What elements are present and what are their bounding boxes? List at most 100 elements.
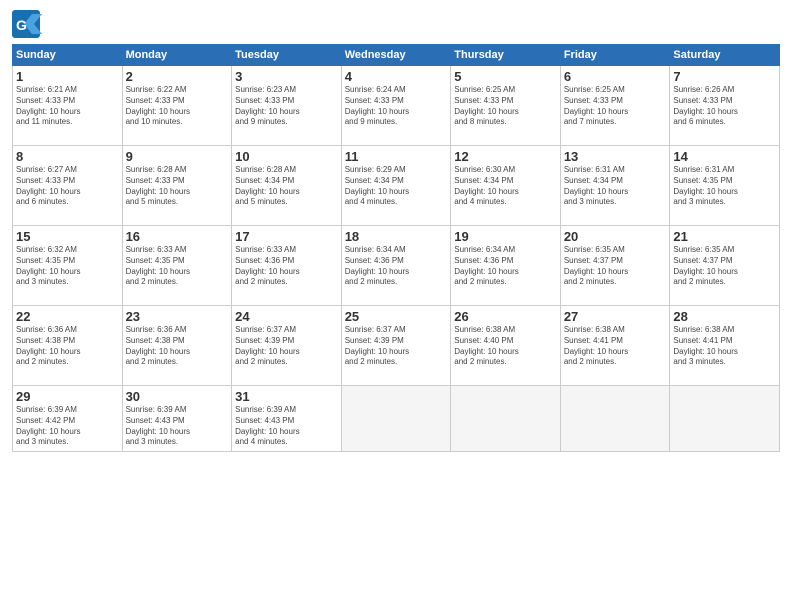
calendar-cell: 23Sunrise: 6:36 AM Sunset: 4:38 PM Dayli… (122, 306, 232, 386)
calendar-cell: 8Sunrise: 6:27 AM Sunset: 4:33 PM Daylig… (13, 146, 123, 226)
calendar-cell: 15Sunrise: 6:32 AM Sunset: 4:35 PM Dayli… (13, 226, 123, 306)
day-number: 4 (345, 69, 448, 84)
day-number: 18 (345, 229, 448, 244)
logo-icon: G (12, 10, 42, 38)
week-row-0: 1Sunrise: 6:21 AM Sunset: 4:33 PM Daylig… (13, 66, 780, 146)
day-info: Sunrise: 6:33 AM Sunset: 4:35 PM Dayligh… (126, 245, 229, 288)
day-number: 30 (126, 389, 229, 404)
calendar-cell: 11Sunrise: 6:29 AM Sunset: 4:34 PM Dayli… (341, 146, 451, 226)
page-container: G SundayMondayTuesdayWednesdayThursdayFr… (0, 0, 792, 462)
day-info: Sunrise: 6:26 AM Sunset: 4:33 PM Dayligh… (673, 85, 776, 128)
logo: G (12, 10, 44, 38)
day-info: Sunrise: 6:27 AM Sunset: 4:33 PM Dayligh… (16, 165, 119, 208)
calendar-cell (451, 386, 561, 452)
day-info: Sunrise: 6:36 AM Sunset: 4:38 PM Dayligh… (16, 325, 119, 368)
day-number: 8 (16, 149, 119, 164)
day-number: 10 (235, 149, 338, 164)
calendar-body: 1Sunrise: 6:21 AM Sunset: 4:33 PM Daylig… (13, 66, 780, 452)
day-number: 26 (454, 309, 557, 324)
day-number: 15 (16, 229, 119, 244)
calendar-cell: 5Sunrise: 6:25 AM Sunset: 4:33 PM Daylig… (451, 66, 561, 146)
day-number: 19 (454, 229, 557, 244)
calendar-table: SundayMondayTuesdayWednesdayThursdayFrid… (12, 44, 780, 452)
calendar-header-row: SundayMondayTuesdayWednesdayThursdayFrid… (13, 45, 780, 66)
day-info: Sunrise: 6:28 AM Sunset: 4:34 PM Dayligh… (235, 165, 338, 208)
day-info: Sunrise: 6:28 AM Sunset: 4:33 PM Dayligh… (126, 165, 229, 208)
calendar-cell: 21Sunrise: 6:35 AM Sunset: 4:37 PM Dayli… (670, 226, 780, 306)
day-number: 27 (564, 309, 667, 324)
header-sunday: Sunday (13, 45, 123, 66)
day-number: 1 (16, 69, 119, 84)
calendar-cell: 25Sunrise: 6:37 AM Sunset: 4:39 PM Dayli… (341, 306, 451, 386)
calendar-cell: 17Sunrise: 6:33 AM Sunset: 4:36 PM Dayli… (232, 226, 342, 306)
day-info: Sunrise: 6:34 AM Sunset: 4:36 PM Dayligh… (345, 245, 448, 288)
week-row-4: 29Sunrise: 6:39 AM Sunset: 4:42 PM Dayli… (13, 386, 780, 452)
day-number: 25 (345, 309, 448, 324)
day-number: 16 (126, 229, 229, 244)
day-number: 14 (673, 149, 776, 164)
day-info: Sunrise: 6:39 AM Sunset: 4:43 PM Dayligh… (235, 405, 338, 448)
calendar-cell: 19Sunrise: 6:34 AM Sunset: 4:36 PM Dayli… (451, 226, 561, 306)
day-info: Sunrise: 6:22 AM Sunset: 4:33 PM Dayligh… (126, 85, 229, 128)
calendar-cell: 4Sunrise: 6:24 AM Sunset: 4:33 PM Daylig… (341, 66, 451, 146)
svg-text:G: G (16, 17, 27, 33)
week-row-2: 15Sunrise: 6:32 AM Sunset: 4:35 PM Dayli… (13, 226, 780, 306)
day-info: Sunrise: 6:39 AM Sunset: 4:42 PM Dayligh… (16, 405, 119, 448)
day-number: 11 (345, 149, 448, 164)
day-info: Sunrise: 6:24 AM Sunset: 4:33 PM Dayligh… (345, 85, 448, 128)
header-tuesday: Tuesday (232, 45, 342, 66)
day-info: Sunrise: 6:38 AM Sunset: 4:41 PM Dayligh… (673, 325, 776, 368)
day-number: 20 (564, 229, 667, 244)
day-info: Sunrise: 6:37 AM Sunset: 4:39 PM Dayligh… (235, 325, 338, 368)
calendar-cell (560, 386, 670, 452)
day-info: Sunrise: 6:38 AM Sunset: 4:40 PM Dayligh… (454, 325, 557, 368)
day-number: 6 (564, 69, 667, 84)
calendar-cell: 20Sunrise: 6:35 AM Sunset: 4:37 PM Dayli… (560, 226, 670, 306)
calendar-cell: 30Sunrise: 6:39 AM Sunset: 4:43 PM Dayli… (122, 386, 232, 452)
day-number: 29 (16, 389, 119, 404)
calendar-cell: 1Sunrise: 6:21 AM Sunset: 4:33 PM Daylig… (13, 66, 123, 146)
day-number: 13 (564, 149, 667, 164)
calendar-cell: 9Sunrise: 6:28 AM Sunset: 4:33 PM Daylig… (122, 146, 232, 226)
day-number: 2 (126, 69, 229, 84)
day-info: Sunrise: 6:32 AM Sunset: 4:35 PM Dayligh… (16, 245, 119, 288)
header-friday: Friday (560, 45, 670, 66)
calendar-cell: 24Sunrise: 6:37 AM Sunset: 4:39 PM Dayli… (232, 306, 342, 386)
day-number: 28 (673, 309, 776, 324)
header-monday: Monday (122, 45, 232, 66)
calendar-cell: 29Sunrise: 6:39 AM Sunset: 4:42 PM Dayli… (13, 386, 123, 452)
calendar-cell: 28Sunrise: 6:38 AM Sunset: 4:41 PM Dayli… (670, 306, 780, 386)
calendar-cell (341, 386, 451, 452)
calendar-cell: 7Sunrise: 6:26 AM Sunset: 4:33 PM Daylig… (670, 66, 780, 146)
day-info: Sunrise: 6:30 AM Sunset: 4:34 PM Dayligh… (454, 165, 557, 208)
header-thursday: Thursday (451, 45, 561, 66)
day-info: Sunrise: 6:25 AM Sunset: 4:33 PM Dayligh… (564, 85, 667, 128)
calendar-cell: 18Sunrise: 6:34 AM Sunset: 4:36 PM Dayli… (341, 226, 451, 306)
day-info: Sunrise: 6:36 AM Sunset: 4:38 PM Dayligh… (126, 325, 229, 368)
page-header: G (12, 10, 780, 38)
day-number: 23 (126, 309, 229, 324)
calendar-cell: 10Sunrise: 6:28 AM Sunset: 4:34 PM Dayli… (232, 146, 342, 226)
day-info: Sunrise: 6:33 AM Sunset: 4:36 PM Dayligh… (235, 245, 338, 288)
day-info: Sunrise: 6:31 AM Sunset: 4:35 PM Dayligh… (673, 165, 776, 208)
day-number: 7 (673, 69, 776, 84)
week-row-3: 22Sunrise: 6:36 AM Sunset: 4:38 PM Dayli… (13, 306, 780, 386)
calendar-cell: 22Sunrise: 6:36 AM Sunset: 4:38 PM Dayli… (13, 306, 123, 386)
day-info: Sunrise: 6:38 AM Sunset: 4:41 PM Dayligh… (564, 325, 667, 368)
day-number: 3 (235, 69, 338, 84)
day-number: 17 (235, 229, 338, 244)
calendar-cell: 2Sunrise: 6:22 AM Sunset: 4:33 PM Daylig… (122, 66, 232, 146)
day-info: Sunrise: 6:34 AM Sunset: 4:36 PM Dayligh… (454, 245, 557, 288)
header-saturday: Saturday (670, 45, 780, 66)
calendar-cell: 6Sunrise: 6:25 AM Sunset: 4:33 PM Daylig… (560, 66, 670, 146)
day-info: Sunrise: 6:23 AM Sunset: 4:33 PM Dayligh… (235, 85, 338, 128)
day-info: Sunrise: 6:35 AM Sunset: 4:37 PM Dayligh… (673, 245, 776, 288)
day-number: 31 (235, 389, 338, 404)
day-info: Sunrise: 6:25 AM Sunset: 4:33 PM Dayligh… (454, 85, 557, 128)
calendar-cell (670, 386, 780, 452)
day-number: 12 (454, 149, 557, 164)
calendar-cell: 14Sunrise: 6:31 AM Sunset: 4:35 PM Dayli… (670, 146, 780, 226)
calendar-cell: 3Sunrise: 6:23 AM Sunset: 4:33 PM Daylig… (232, 66, 342, 146)
calendar-cell: 31Sunrise: 6:39 AM Sunset: 4:43 PM Dayli… (232, 386, 342, 452)
week-row-1: 8Sunrise: 6:27 AM Sunset: 4:33 PM Daylig… (13, 146, 780, 226)
